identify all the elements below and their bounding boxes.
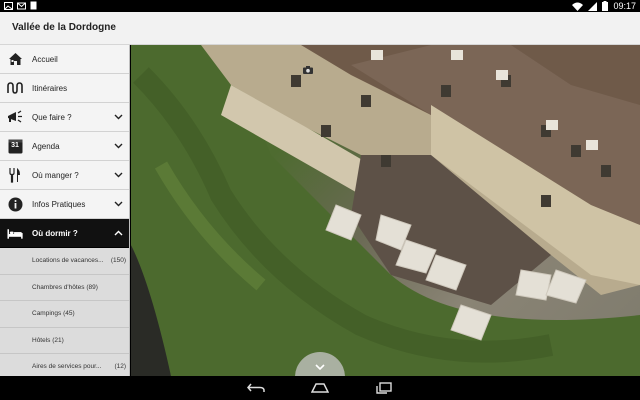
menu-item-infos-pratiques[interactable]: Infos Pratiques (0, 190, 129, 219)
app-title: Vallée de la Dordogne (12, 22, 116, 33)
menu-item-agenda[interactable]: 31 Agenda (0, 132, 129, 161)
menu-label: Itinéraires (32, 83, 68, 93)
menu-item-ou-dormir[interactable]: Où dormir ? (0, 219, 129, 248)
menu-label: Infos Pratiques (32, 199, 86, 209)
recent-apps-button[interactable] (374, 381, 394, 395)
chevron-down-icon (113, 172, 123, 178)
submenu-count: (12) (114, 363, 126, 371)
battery-icon (602, 1, 609, 11)
image-notification-icon (4, 1, 13, 10)
system-navigation-bar (0, 376, 640, 400)
submenu-item-hotels[interactable]: Hôtels (21) (0, 327, 129, 354)
calendar-icon: 31 (7, 138, 23, 154)
back-button[interactable] (246, 381, 266, 395)
aerial-scene (131, 45, 640, 376)
menu-label: Où manger ? (32, 170, 79, 180)
chevron-up-icon (113, 230, 123, 236)
menu-label: Agenda (32, 141, 60, 151)
info-icon (7, 196, 23, 212)
sd-card-icon (30, 1, 37, 10)
menu-item-itineraires[interactable]: Itinéraires (0, 74, 129, 103)
wifi-icon (572, 2, 584, 11)
calendar-day: 31 (11, 142, 19, 149)
submenu-item-locations[interactable]: Locations de vacances... (150) (0, 248, 129, 275)
menu-label: Que faire ? (32, 112, 72, 122)
submenu-item-chambres-hotes[interactable]: Chambres d'hôtes (89) (0, 274, 129, 301)
notification-icons (4, 1, 37, 10)
clock: 09:17 (613, 1, 636, 11)
camera-icon[interactable] (303, 61, 313, 79)
app-bar: Vallée de la Dordogne (0, 12, 640, 45)
home-button[interactable] (310, 381, 330, 395)
menu-label: Accueil (32, 54, 58, 64)
menu-item-ou-manger[interactable]: Où manger ? (0, 161, 129, 190)
chevron-down-icon (315, 358, 325, 376)
home-icon (311, 383, 329, 393)
submenu-label: Campings (45) (32, 310, 75, 318)
signal-icon (588, 1, 598, 11)
email-notification-icon (17, 2, 26, 9)
submenu-label: Chambres d'hôtes (89) (32, 283, 98, 291)
submenu-item-aires-services[interactable]: Aires de services pour... (12) (0, 354, 129, 376)
chevron-down-icon (113, 143, 123, 149)
chevron-down-icon (113, 114, 123, 120)
submenu-count: (150) (110, 257, 126, 265)
aerial-photo[interactable] (131, 45, 640, 376)
navigation-drawer: Accueil Itinéraires Que faire ? 31 Agend… (0, 45, 130, 376)
menu-item-accueil[interactable]: Accueil (0, 45, 129, 74)
megaphone-icon (7, 109, 23, 125)
status-bar: 09:17 (0, 0, 640, 12)
house-icon (7, 51, 23, 67)
submenu-label: Locations de vacances... (32, 257, 104, 265)
chevron-down-icon (113, 201, 123, 207)
menu-label: Où dormir ? (32, 228, 78, 238)
bed-icon (7, 225, 23, 241)
back-icon (247, 383, 265, 392)
submenu-item-campings[interactable]: Campings (45) (0, 301, 129, 328)
fork-knife-icon (7, 167, 23, 183)
menu-item-que-faire[interactable]: Que faire ? (0, 103, 129, 132)
recent-apps-icon (376, 382, 392, 394)
submenu-label: Aires de services pour... (32, 363, 102, 371)
submenu-label: Hôtels (21) (32, 336, 64, 344)
route-icon (7, 80, 23, 96)
